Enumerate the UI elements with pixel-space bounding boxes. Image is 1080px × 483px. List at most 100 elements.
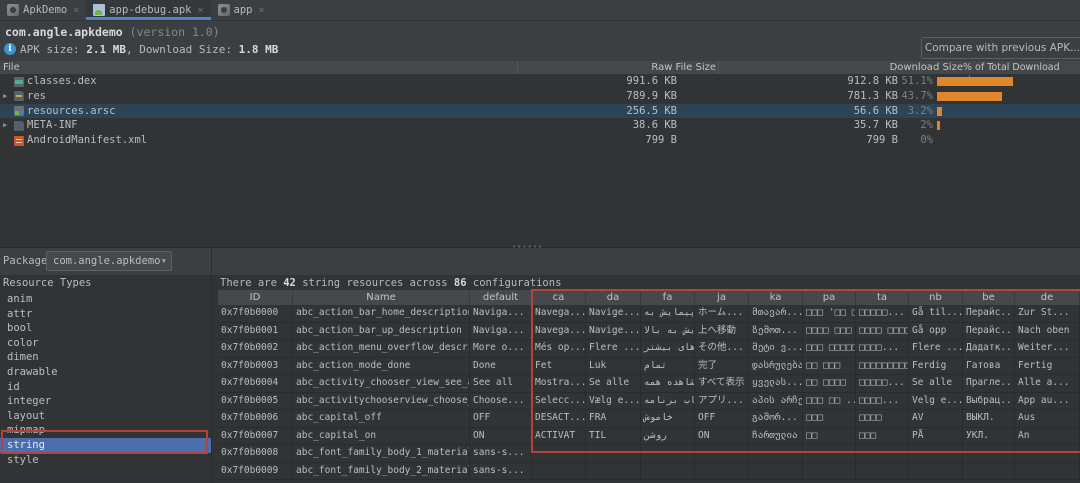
tab-app[interactable]: app × — [211, 0, 272, 20]
string-cell: Se alle — [586, 375, 641, 392]
string-column-header-ID[interactable]: ID — [218, 290, 293, 305]
string-cell: Navige... — [586, 305, 641, 322]
resource-type-dimen[interactable]: dimen — [0, 350, 211, 365]
string-column-header-be[interactable]: be — [963, 290, 1015, 305]
pct-of-total: 51.1% — [858, 74, 933, 89]
string-cell: خاموش — [641, 410, 695, 427]
file-name: META-INF — [27, 118, 78, 133]
string-cell: An — [1015, 428, 1080, 445]
apk-file-table-rows: classes.dex991.6 KB912.8 KB51.1%▶res789.… — [0, 74, 1080, 148]
string-table-row[interactable]: 0x7f0b0007abc_capital_onONACTIVATTILروشن… — [218, 428, 1080, 446]
file-row[interactable]: ▶res789.9 KB781.3 KB43.7% — [0, 89, 1080, 104]
string-column-header-nb[interactable]: nb — [909, 290, 963, 305]
compare-with-previous-apk-button[interactable]: Compare with previous APK... — [921, 37, 1080, 59]
resource-type-attr[interactable]: attr — [0, 307, 211, 322]
tab-apkdemo[interactable]: ApkDemo × — [0, 0, 86, 20]
string-cell — [856, 463, 909, 480]
string-table-row[interactable]: 0x7f0b0002abc_action_menu_overflow_descr… — [218, 340, 1080, 358]
string-table-row[interactable]: 0x7f0b0005abc_activitychooserview_choose… — [218, 393, 1080, 411]
chevron-right-icon[interactable]: ▶ — [3, 118, 7, 133]
string-cell: ВЫКЛ. — [963, 410, 1015, 427]
string-cell: □□□□... — [856, 393, 909, 410]
close-icon[interactable]: × — [73, 5, 79, 16]
package-dropdown[interactable]: com.angle.apkdemo ▼ — [46, 251, 172, 271]
column-header-pct-total[interactable]: % of Total Download size — [963, 61, 1080, 74]
string-cell — [856, 445, 909, 462]
string-cell: □□□□□□□□□ — [856, 358, 909, 375]
string-table-row[interactable]: 0x7f0b0004abc_activity_chooser_view_see_… — [218, 375, 1080, 393]
resource-type-integer[interactable]: integer — [0, 394, 211, 409]
file-name: classes.dex — [27, 74, 97, 89]
file-row[interactable]: resources.arsc256.5 KB56.6 KB3.2% — [0, 104, 1080, 119]
close-icon[interactable]: × — [258, 5, 264, 16]
resource-type-anim[interactable]: anim — [0, 292, 211, 307]
string-cell: □□□□ — [856, 410, 909, 427]
raw-file-size: 38.6 KB — [518, 118, 677, 133]
string-table-row[interactable]: 0x7f0b0000abc_action_bar_home_descriptio… — [218, 305, 1080, 323]
resource-type-drawable[interactable]: drawable — [0, 365, 211, 380]
resource-type-mipmap[interactable]: mipmap — [0, 423, 211, 438]
string-column-header-pa[interactable]: pa — [803, 290, 856, 305]
string-resources-summary: There are 42 string resources across 86 … — [220, 277, 561, 289]
string-cell: AV — [909, 410, 963, 427]
folder-res-icon — [14, 91, 24, 101]
manifest-file-icon — [14, 136, 24, 146]
raw-file-size: 799 B — [518, 133, 677, 148]
string-cell: DESACT... — [532, 410, 586, 427]
string-cell: მთავარ... — [749, 305, 803, 322]
package-dropdown-value: com.angle.apkdemo — [53, 252, 160, 270]
resource-type-bool[interactable]: bool — [0, 321, 211, 336]
string-cell: □□□ '□□ □□ — [803, 305, 856, 322]
download-size-label: , Download Size: — [126, 43, 239, 56]
resource-type-style[interactable]: style — [0, 453, 211, 468]
string-table-row[interactable]: 0x7f0b0001abc_action_bar_up_descriptionN… — [218, 323, 1080, 341]
string-cell: ACTIVAT — [532, 428, 586, 445]
string-cell: 0x7f0b0000 — [218, 305, 293, 322]
string-cell: OFF — [470, 410, 532, 427]
string-cell: აპის არჩევა — [749, 393, 803, 410]
string-cell: abc_action_mode_done — [293, 358, 470, 375]
string-cell: Flere ... — [586, 340, 641, 357]
string-table-row[interactable]: 0x7f0b0003abc_action_mode_doneDoneFetLuk… — [218, 358, 1080, 376]
string-cell: Més op... — [532, 340, 586, 357]
arsc-file-icon — [14, 106, 24, 116]
string-column-header-da[interactable]: da — [586, 290, 641, 305]
file-row[interactable]: AndroidManifest.xml799 B799 B0% — [0, 133, 1080, 148]
string-table-row[interactable]: 0x7f0b0008abc_font_family_body_1_materia… — [218, 445, 1080, 463]
resource-type-string[interactable]: string — [0, 438, 211, 453]
string-column-header-ca[interactable]: ca — [532, 290, 586, 305]
resource-type-color[interactable]: color — [0, 336, 211, 351]
string-column-header-ka[interactable]: ka — [749, 290, 803, 305]
string-cell: 0x7f0b0009 — [218, 463, 293, 480]
column-header-file[interactable]: File — [0, 61, 518, 74]
string-cell: დასრულება — [749, 358, 803, 375]
string-column-header-default[interactable]: default — [470, 290, 532, 305]
chevron-right-icon[interactable]: ▶ — [3, 89, 7, 104]
string-cell: □□□ — [856, 428, 909, 445]
summary-text: string resources across — [296, 277, 454, 289]
string-cell: Nach oben — [1015, 323, 1080, 340]
file-row[interactable]: ▶META-INF38.6 KB35.7 KB2% — [0, 118, 1080, 133]
string-cell: پیمایش به بالا — [641, 323, 695, 340]
string-cell: 上へ移動 — [695, 323, 749, 340]
string-table-row[interactable]: 0x7f0b0006abc_capital_offOFFDESACT...FRA… — [218, 410, 1080, 428]
resource-type-id[interactable]: id — [0, 380, 211, 395]
string-column-header-Name[interactable]: Name — [293, 290, 470, 305]
tab-app-debug-apk[interactable]: app-debug.apk × — [86, 0, 210, 20]
close-icon[interactable]: × — [197, 5, 203, 16]
resource-type-layout[interactable]: layout — [0, 409, 211, 424]
dex-file-icon — [14, 77, 24, 87]
column-header-download-size[interactable]: Download Size — [719, 61, 963, 74]
pct-of-total: 0% — [858, 133, 933, 148]
string-table-row[interactable]: 0x7f0b0009abc_font_family_body_2_materia… — [218, 463, 1080, 481]
string-cell: sans-s... — [470, 463, 532, 480]
string-cell: تمام — [641, 358, 695, 375]
string-column-header-ja[interactable]: ja — [695, 290, 749, 305]
pct-of-total: 2% — [858, 118, 933, 133]
string-column-header-fa[interactable]: fa — [641, 290, 695, 305]
file-row[interactable]: classes.dex991.6 KB912.8 KB51.1% — [0, 74, 1080, 89]
pct-of-total: 3.2% — [858, 104, 933, 119]
string-column-header-ta[interactable]: ta — [856, 290, 909, 305]
string-column-header-de[interactable]: de — [1015, 290, 1080, 305]
column-header-raw-file-size[interactable]: Raw File Size — [518, 61, 719, 74]
